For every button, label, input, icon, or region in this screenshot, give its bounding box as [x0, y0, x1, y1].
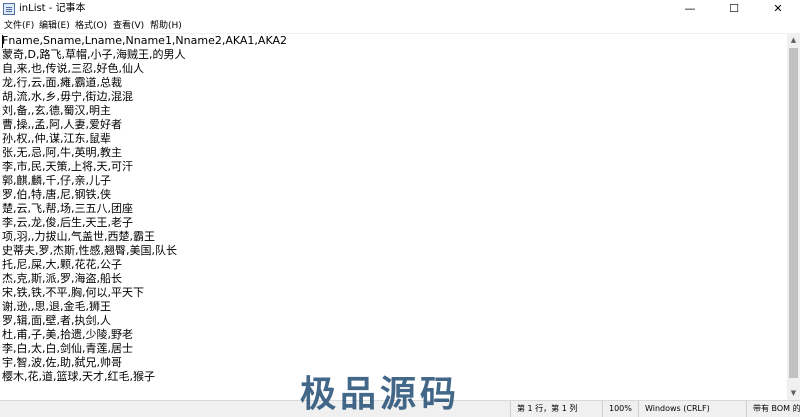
text-line: 杰,克,斯,派,罗,海盗,船长: [2, 272, 122, 285]
status-bar: 第 1 行，第 1 列 100% Windows (CRLF) 带有 BOM 的…: [0, 400, 800, 417]
text-line: 樱木,花,道,篮球,天才,红毛,猴子: [2, 370, 155, 383]
text-line: 托,尼,屎,大,颗,花花,公子: [2, 258, 122, 271]
text-line: 蒙奇,D,路飞,草帽,小子,海贼王,的男人: [2, 48, 186, 61]
scrollbar-thumb[interactable]: [789, 48, 798, 378]
text-line: 罗,伯,特,唐,尼,钢铁,侠: [2, 188, 111, 201]
text-line: 李,云,龙,俊,后生,天王,老子: [2, 216, 133, 229]
text-line: 龙,行,云,面,瘫,霸道,总裁: [2, 76, 122, 89]
text-caret: [2, 35, 3, 48]
text-line: 项,羽,,力拔山,气盖世,西楚,霸王: [2, 230, 155, 243]
text-line: 曹,操,,孟,阿,人妻,爱好者: [2, 118, 122, 131]
menu-help[interactable]: 帮助(H): [150, 20, 182, 32]
title-bar: inList - 记事本 — ☐ ✕: [0, 0, 800, 18]
text-line: 宇,智,波,佐,助,弑兄,帅哥: [2, 356, 122, 369]
text-line: 胡,流,水,乡,毋宁,街边,混混: [2, 90, 133, 103]
window-title: inList - 记事本: [19, 3, 86, 14]
text-line: 李,市,民,天策,上将,天,可汗: [2, 160, 133, 173]
zoom-level: 100%: [602, 401, 638, 417]
menu-format[interactable]: 格式(O): [75, 20, 107, 32]
text-line: 宋,铁,铁,不平,胸,何以,平天下: [2, 286, 144, 299]
text-line: 杜,甫,子,美,拾遗,少陵,野老: [2, 328, 133, 341]
text-line: 谢,逊,,思,退,金毛,狮王: [2, 300, 111, 313]
line-ending: Windows (CRLF): [638, 401, 746, 417]
cursor-position: 第 1 行，第 1 列: [510, 401, 602, 417]
menu-edit[interactable]: 编辑(E): [39, 20, 70, 32]
close-button[interactable]: ✕: [756, 0, 800, 18]
text-line: 张,无,忌,阿,牛,英明,教主: [2, 146, 122, 159]
notepad-icon: [3, 3, 15, 15]
maximize-button[interactable]: ☐: [712, 0, 756, 18]
menu-view[interactable]: 查看(V): [113, 20, 144, 32]
menu-bar: 文件(F) 编辑(E) 格式(O) 查看(V) 帮助(H): [0, 18, 800, 34]
text-line: 孙,权,,仲,谋,江东,鼠辈: [2, 132, 111, 145]
minimize-button[interactable]: —: [668, 0, 712, 18]
text-line: 李,白,太,白,剑仙,青莲,居士: [2, 342, 133, 355]
menu-file[interactable]: 文件(F): [4, 20, 34, 32]
text-line: 史蒂夫,罗,杰斯,性感,翘臀,美国,队长: [2, 244, 177, 257]
encoding: 带有 BOM 的 UT: [746, 401, 800, 417]
scroll-down-icon[interactable]: ▼: [787, 387, 800, 400]
text-line: Fname,Sname,Lname,Nname1,Nname2,AKA1,AKA…: [2, 34, 287, 47]
vertical-scrollbar[interactable]: ▲ ▼: [787, 34, 800, 400]
text-line: 罗,辑,面,壁,者,执剑,人: [2, 314, 111, 327]
text-editor[interactable]: Fname,Sname,Lname,Nname1,Nname2,AKA1,AKA…: [0, 34, 787, 400]
text-line: 郭,麒,麟,千,仔,亲,儿子: [2, 174, 111, 187]
text-line: 刘,备,,玄,德,蜀汉,明主: [2, 104, 111, 117]
text-line: 楚,云,飞,帮,场,三五八,团座: [2, 202, 133, 215]
scroll-up-icon[interactable]: ▲: [787, 34, 800, 47]
text-line: 自,来,也,传说,三忍,好色,仙人: [2, 62, 144, 75]
